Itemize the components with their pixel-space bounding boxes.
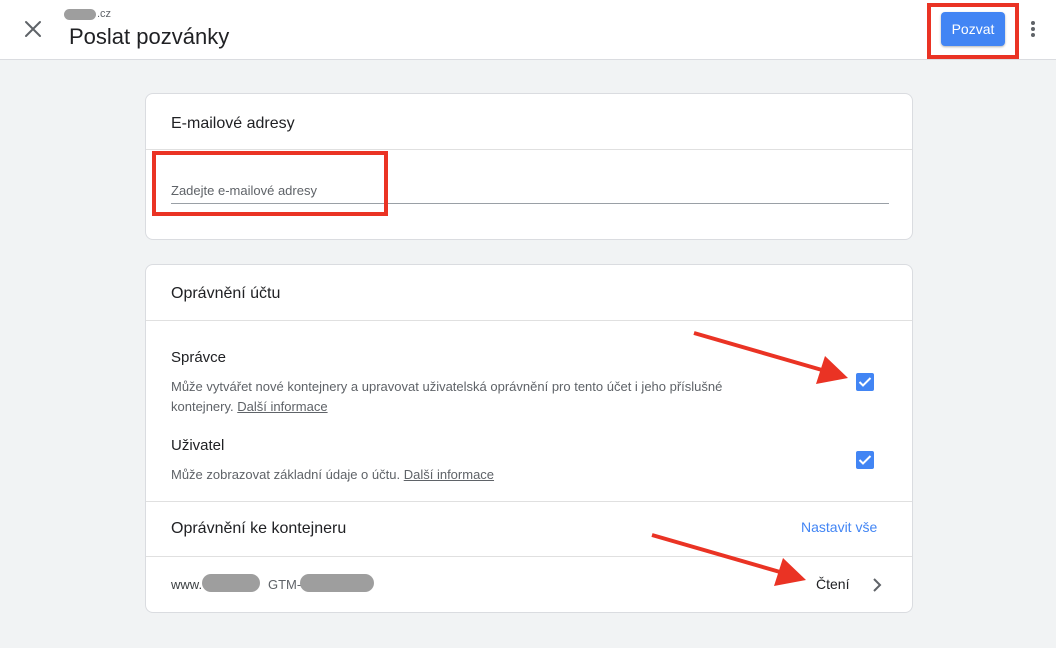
role-admin-name: Správce <box>171 349 227 366</box>
role-user-description: Může zobrazovat základní údaje o účtu. D… <box>171 465 731 485</box>
container-row[interactable]: www. GTM- Čtení <box>146 557 912 613</box>
email-card-header: E-mailové adresy <box>146 94 912 150</box>
role-admin-description: Může vytvářet nové kontejnery a upravova… <box>171 377 731 417</box>
container-permission-value: Čtení <box>816 576 850 592</box>
close-icon <box>25 21 41 37</box>
annotation-box-invite <box>927 3 1019 59</box>
top-app-bar: .cz Poslat pozvánky Pozvat <box>0 0 1056 60</box>
container-gtm-redacted <box>300 574 374 592</box>
account-name-redacted <box>64 9 96 20</box>
role-user-name: Uživatel <box>171 437 225 454</box>
role-admin-learn-more-link[interactable]: Další informace <box>237 399 327 414</box>
close-button[interactable] <box>20 16 46 42</box>
more-vert-icon <box>1031 21 1035 37</box>
role-user-learn-more-link[interactable]: Další informace <box>404 467 494 482</box>
container-gtm-prefix: GTM- <box>268 577 302 592</box>
check-icon <box>858 377 872 387</box>
role-user-description-text: Může zobrazovat základní údaje o účtu. <box>171 467 401 482</box>
container-permissions-divider <box>146 501 912 502</box>
account-domain-suffix: .cz <box>97 8 112 20</box>
role-user-checkbox[interactable] <box>856 451 874 469</box>
set-all-button[interactable]: Nastavit vše <box>801 519 877 535</box>
check-icon <box>858 455 872 465</box>
role-admin-checkbox[interactable] <box>856 373 874 391</box>
container-permissions-title: Oprávnění ke kontejneru <box>171 520 347 537</box>
chevron-right-icon <box>873 578 882 592</box>
permissions-card-header: Oprávnění účtu <box>146 265 912 321</box>
container-site-redacted <box>202 574 260 592</box>
permissions-card: Oprávnění účtu Správce Může vytvářet nov… <box>145 264 913 613</box>
more-options-button[interactable] <box>1024 17 1042 41</box>
annotation-box-email <box>152 151 388 216</box>
container-site-prefix: www. <box>171 577 203 592</box>
email-card-title: E-mailové adresy <box>171 115 295 132</box>
permissions-card-title: Oprávnění účtu <box>171 285 281 302</box>
page-title: Poslat pozvánky <box>69 24 230 49</box>
